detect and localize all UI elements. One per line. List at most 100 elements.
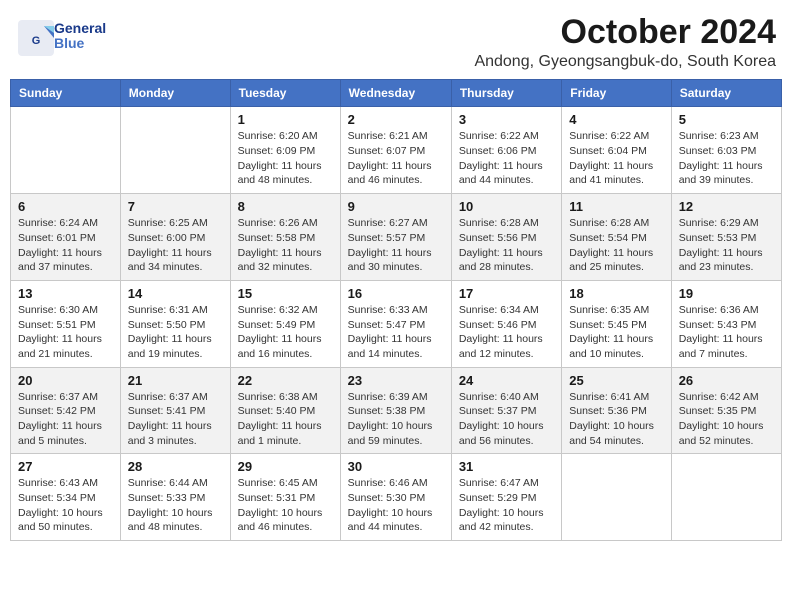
logo: G General Blue <box>16 18 106 54</box>
day-detail: Sunrise: 6:40 AMSunset: 5:37 PMDaylight:… <box>459 390 554 449</box>
header-monday: Monday <box>120 80 230 107</box>
calendar-cell: 7Sunrise: 6:25 AMSunset: 6:00 PMDaylight… <box>120 194 230 281</box>
calendar-week-3: 13 Sunrise: 6:30 AMSunset: 5:51 PMDayligh… <box>11 280 782 367</box>
day-detail: Sunrise: 6:20 AMSunset: 6:09 PMDaylight:… <box>238 129 333 188</box>
calendar-cell: 12 Sunrise: 6:29 AMSunset: 5:53 PMDayligh… <box>671 194 781 281</box>
day-detail: Sunrise: 6:21 AMSunset: 6:07 PMDaylight:… <box>348 129 444 188</box>
day-number: 12 <box>679 199 774 214</box>
day-number: 14 <box>128 286 223 301</box>
day-number: 16 <box>348 286 444 301</box>
header-thursday: Thursday <box>451 80 561 107</box>
calendar-cell: 23 Sunrise: 6:39 AMSunset: 5:38 PMDayligh… <box>340 367 451 454</box>
day-detail: Sunrise: 6:28 AMSunset: 5:54 PMDaylight:… <box>569 216 663 275</box>
day-detail: Sunrise: 6:43 AMSunset: 5:34 PMDaylight:… <box>18 476 113 535</box>
page-header: G General Blue October 2024 Andong, Gyeo… <box>10 10 782 75</box>
day-number: 29 <box>238 459 333 474</box>
calendar-cell: 20 Sunrise: 6:37 AMSunset: 5:42 PMDayligh… <box>11 367 121 454</box>
day-number: 17 <box>459 286 554 301</box>
header-saturday: Saturday <box>671 80 781 107</box>
calendar-cell: 28 Sunrise: 6:44 AMSunset: 5:33 PMDayligh… <box>120 454 230 541</box>
day-detail: Sunrise: 6:47 AMSunset: 5:29 PMDaylight:… <box>459 476 554 535</box>
day-number: 5 <box>679 112 774 127</box>
calendar-cell: 1 Sunrise: 6:20 AMSunset: 6:09 PMDaylight… <box>230 107 340 194</box>
day-number: 28 <box>128 459 223 474</box>
day-detail: Sunrise: 6:37 AMSunset: 5:42 PMDaylight:… <box>18 390 113 449</box>
calendar-cell: 18 Sunrise: 6:35 AMSunset: 5:45 PMDayligh… <box>562 280 671 367</box>
day-number: 27 <box>18 459 113 474</box>
calendar-cell: 30 Sunrise: 6:46 AMSunset: 5:30 PMDayligh… <box>340 454 451 541</box>
calendar-week-2: 6 Sunrise: 6:24 AMSunset: 6:01 PMDaylight… <box>11 194 782 281</box>
calendar-cell: 25Sunrise: 6:41 AMSunset: 5:36 PMDayligh… <box>562 367 671 454</box>
day-number: 15 <box>238 286 333 301</box>
day-detail: Sunrise: 6:22 AMSunset: 6:04 PMDaylight:… <box>569 129 663 188</box>
title-block: October 2024 Andong, Gyeongsangbuk-do, S… <box>474 14 776 71</box>
calendar-cell <box>562 454 671 541</box>
day-detail: Sunrise: 6:37 AMSunset: 5:41 PMDaylight:… <box>128 390 223 449</box>
day-detail: Sunrise: 6:32 AMSunset: 5:49 PMDaylight:… <box>238 303 333 362</box>
day-detail: Sunrise: 6:44 AMSunset: 5:33 PMDaylight:… <box>128 476 223 535</box>
day-detail: Sunrise: 6:24 AMSunset: 6:01 PMDaylight:… <box>18 216 113 275</box>
calendar-cell: 29 Sunrise: 6:45 AMSunset: 5:31 PMDayligh… <box>230 454 340 541</box>
calendar-cell: 3 Sunrise: 6:22 AMSunset: 6:06 PMDaylight… <box>451 107 561 194</box>
day-detail: Sunrise: 6:30 AMSunset: 5:51 PMDaylight:… <box>18 303 113 362</box>
header-row: SundayMondayTuesdayWednesdayThursdayFrid… <box>11 80 782 107</box>
calendar-cell: 26 Sunrise: 6:42 AMSunset: 5:35 PMDayligh… <box>671 367 781 454</box>
header-wednesday: Wednesday <box>340 80 451 107</box>
day-number: 18 <box>569 286 663 301</box>
calendar-week-5: 27 Sunrise: 6:43 AMSunset: 5:34 PMDayligh… <box>11 454 782 541</box>
day-detail: Sunrise: 6:42 AMSunset: 5:35 PMDaylight:… <box>679 390 774 449</box>
logo-icon: G <box>16 18 52 54</box>
calendar-cell: 4 Sunrise: 6:22 AMSunset: 6:04 PMDaylight… <box>562 107 671 194</box>
day-number: 13 <box>18 286 113 301</box>
day-number: 10 <box>459 199 554 214</box>
day-number: 4 <box>569 112 663 127</box>
day-detail: Sunrise: 6:45 AMSunset: 5:31 PMDaylight:… <box>238 476 333 535</box>
day-detail: Sunrise: 6:31 AMSunset: 5:50 PMDaylight:… <box>128 303 223 362</box>
day-number: 3 <box>459 112 554 127</box>
logo-text: General Blue <box>54 21 106 52</box>
day-number: 21 <box>128 373 223 388</box>
day-number: 25 <box>569 373 663 388</box>
svg-text:G: G <box>32 35 41 47</box>
day-number: 11 <box>569 199 663 214</box>
day-detail: Sunrise: 6:29 AMSunset: 5:53 PMDaylight:… <box>679 216 774 275</box>
calendar-cell: 8Sunrise: 6:26 AMSunset: 5:58 PMDaylight… <box>230 194 340 281</box>
header-friday: Friday <box>562 80 671 107</box>
day-number: 30 <box>348 459 444 474</box>
day-detail: Sunrise: 6:33 AMSunset: 5:47 PMDaylight:… <box>348 303 444 362</box>
day-detail: Sunrise: 6:27 AMSunset: 5:57 PMDaylight:… <box>348 216 444 275</box>
calendar-cell: 13 Sunrise: 6:30 AMSunset: 5:51 PMDayligh… <box>11 280 121 367</box>
day-detail: Sunrise: 6:28 AMSunset: 5:56 PMDaylight:… <box>459 216 554 275</box>
calendar-cell: 17Sunrise: 6:34 AMSunset: 5:46 PMDayligh… <box>451 280 561 367</box>
day-number: 22 <box>238 373 333 388</box>
day-detail: Sunrise: 6:39 AMSunset: 5:38 PMDaylight:… <box>348 390 444 449</box>
calendar-week-4: 20 Sunrise: 6:37 AMSunset: 5:42 PMDayligh… <box>11 367 782 454</box>
calendar-cell: 10 Sunrise: 6:28 AMSunset: 5:56 PMDayligh… <box>451 194 561 281</box>
location: Andong, Gyeongsangbuk-do, South Korea <box>474 53 776 71</box>
calendar-cell: 22Sunrise: 6:38 AMSunset: 5:40 PMDayligh… <box>230 367 340 454</box>
day-detail: Sunrise: 6:25 AMSunset: 6:00 PMDaylight:… <box>128 216 223 275</box>
calendar-cell: 19Sunrise: 6:36 AMSunset: 5:43 PMDayligh… <box>671 280 781 367</box>
day-detail: Sunrise: 6:36 AMSunset: 5:43 PMDaylight:… <box>679 303 774 362</box>
calendar-cell: 27 Sunrise: 6:43 AMSunset: 5:34 PMDayligh… <box>11 454 121 541</box>
calendar-cell <box>11 107 121 194</box>
calendar-cell: 2 Sunrise: 6:21 AMSunset: 6:07 PMDaylight… <box>340 107 451 194</box>
calendar-cell <box>671 454 781 541</box>
day-detail: Sunrise: 6:35 AMSunset: 5:45 PMDaylight:… <box>569 303 663 362</box>
day-number: 6 <box>18 199 113 214</box>
day-number: 23 <box>348 373 444 388</box>
day-number: 26 <box>679 373 774 388</box>
day-number: 8 <box>238 199 333 214</box>
day-number: 20 <box>18 373 113 388</box>
day-detail: Sunrise: 6:23 AMSunset: 6:03 PMDaylight:… <box>679 129 774 188</box>
calendar-cell: 15 Sunrise: 6:32 AMSunset: 5:49 PMDayligh… <box>230 280 340 367</box>
day-number: 2 <box>348 112 444 127</box>
day-detail: Sunrise: 6:22 AMSunset: 6:06 PMDaylight:… <box>459 129 554 188</box>
day-detail: Sunrise: 6:46 AMSunset: 5:30 PMDaylight:… <box>348 476 444 535</box>
calendar-table: SundayMondayTuesdayWednesdayThursdayFrid… <box>10 79 782 541</box>
calendar-cell: 5 Sunrise: 6:23 AMSunset: 6:03 PMDaylight… <box>671 107 781 194</box>
calendar-cell: 24Sunrise: 6:40 AMSunset: 5:37 PMDayligh… <box>451 367 561 454</box>
day-number: 1 <box>238 112 333 127</box>
calendar-cell: 31Sunrise: 6:47 AMSunset: 5:29 PMDayligh… <box>451 454 561 541</box>
calendar-cell: 6 Sunrise: 6:24 AMSunset: 6:01 PMDaylight… <box>11 194 121 281</box>
